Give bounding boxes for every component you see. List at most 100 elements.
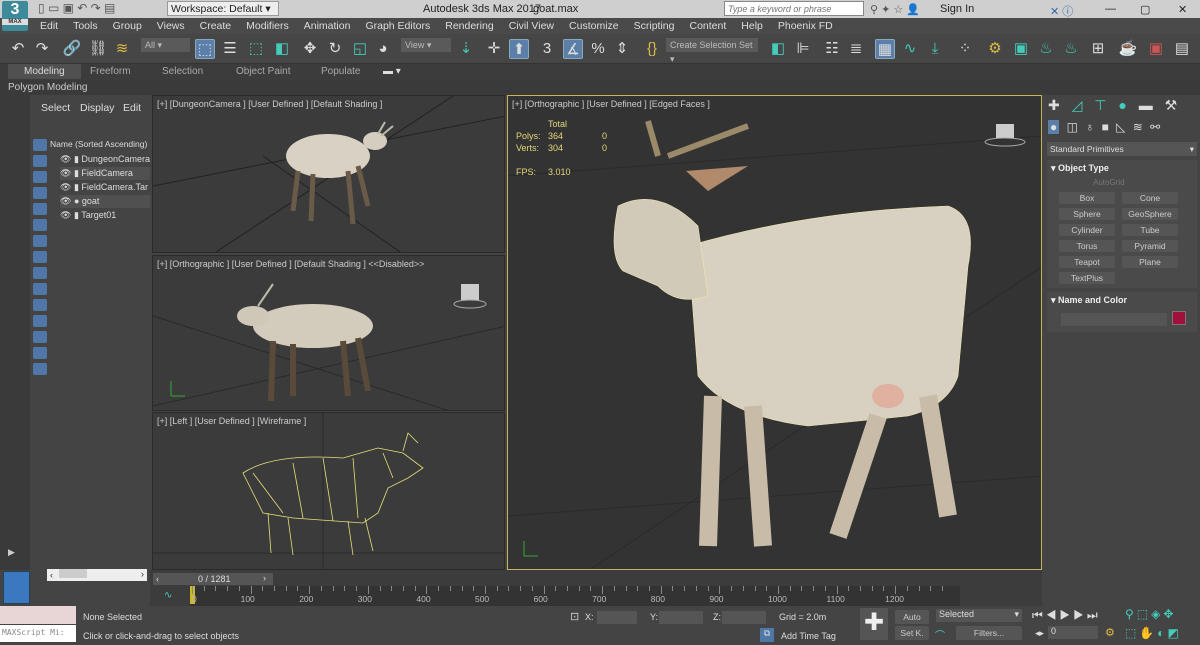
explorer-menu-display[interactable]: Display [80, 102, 114, 114]
render-production-icon[interactable]: ♨ [1036, 39, 1056, 59]
explorer-item[interactable]: 👁 ▮ FieldCamera [60, 167, 150, 180]
close-button[interactable]: ✕ [1178, 3, 1187, 16]
ribbon-options-icon[interactable]: ▬ ▾ [383, 66, 401, 77]
tab-selection[interactable]: Selection [162, 66, 203, 77]
set-key-mode-button[interactable]: Set K. [895, 626, 929, 640]
curve-editor-icon[interactable]: ∿ [900, 39, 920, 59]
column-header-name[interactable]: Name (Sorted Ascending) [50, 139, 147, 149]
explorer-item[interactable]: 👁 ▮ DungeonCamera [60, 153, 150, 166]
add-time-tag[interactable]: Add Time Tag [781, 631, 836, 641]
command-panel-tabs[interactable]: ✚ ◿ ⊤ ● ▬ ⚒ [1048, 97, 1177, 114]
isolate-selection-icon[interactable]: ⊡ [570, 610, 579, 623]
visibility-eye-icon[interactable]: 👁 [60, 210, 71, 220]
selection-filter-dropdown[interactable]: All ▾ [141, 38, 190, 52]
filter-system-icon[interactable] [33, 235, 47, 247]
x-coordinate-field[interactable] [597, 611, 637, 624]
create-box-button[interactable]: Box [1059, 192, 1115, 204]
autogrid-checkbox[interactable]: AutoGrid [1093, 178, 1125, 187]
menu-tools[interactable]: Tools [73, 18, 98, 34]
pivot-icon[interactable]: ⇣ [456, 39, 476, 59]
scale-icon[interactable]: ◱ [350, 39, 370, 59]
explorer-item[interactable]: 👁 ▮ FieldCamera.Tar [60, 181, 150, 194]
reference-coord-dropdown[interactable]: View ▾ [401, 38, 451, 52]
time-slider[interactable]: ‹ 0 / 1281 [153, 573, 265, 585]
tab-modeling[interactable]: Modeling [8, 64, 81, 79]
filter-xref-icon[interactable] [33, 315, 47, 327]
create-pyramid-button[interactable]: Pyramid [1122, 240, 1178, 252]
viewcube-icon[interactable] [996, 124, 1014, 138]
tab-freeform[interactable]: Freeform [90, 66, 131, 77]
viewcube-icon[interactable] [461, 284, 479, 300]
filter-layer-icon[interactable] [33, 331, 47, 343]
placement-icon[interactable]: ◕ [373, 39, 393, 59]
filter-sphere-icon[interactable] [33, 139, 47, 151]
keyboard-shortcut-icon[interactable]: ⬆ [509, 39, 529, 59]
menu-customize[interactable]: Customize [569, 18, 619, 34]
maxscript-listener-output[interactable] [0, 606, 76, 624]
filter-light-icon[interactable] [33, 171, 47, 183]
schematic-view-icon[interactable]: ⁘ [955, 39, 975, 59]
visibility-eye-icon[interactable]: 👁 [60, 154, 71, 164]
explorer-scrollbar[interactable]: ‹ › [47, 569, 147, 581]
unlink-icon[interactable]: ⛓ [88, 39, 108, 59]
rendered-frame-icon[interactable]: ▣ [1011, 39, 1031, 59]
align-icon[interactable]: ⊫ [793, 39, 813, 59]
tab-object-paint[interactable]: Object Paint [236, 66, 290, 77]
rotate-icon[interactable]: ↻ [325, 39, 345, 59]
filter-boxes-icon[interactable] [33, 155, 47, 167]
viewport-label[interactable]: [+] [DungeonCamera ] [User Defined ] [De… [157, 99, 382, 109]
tab-populate[interactable]: Populate [321, 66, 360, 77]
goat-model[interactable] [613, 120, 971, 547]
menu-content[interactable]: Content [689, 18, 726, 34]
link-icon[interactable]: 🔗 [62, 39, 82, 59]
goat-wireframe[interactable] [242, 432, 424, 556]
maxscript-mini-listener[interactable]: MAXScript Mi: [0, 625, 76, 642]
redo-icon[interactable]: ↷ [32, 39, 52, 59]
visibility-eye-icon[interactable]: 👁 [60, 196, 71, 206]
bind-spacewarp-icon[interactable]: ≋ [112, 39, 132, 59]
auto-key-button[interactable]: Auto [895, 610, 929, 624]
playback-controls[interactable]: ⏮◀▶▶⏭ [1032, 608, 1101, 623]
viewport-navigation-icons[interactable]: ⚲⬚◈✥ [1125, 607, 1176, 621]
time-configuration-icon[interactable]: ⚙ [1105, 626, 1115, 639]
teapot-icon[interactable]: ☕ [1118, 39, 1138, 59]
filter-group-icon[interactable] [33, 251, 47, 263]
select-object-icon[interactable]: ⬚ [195, 39, 215, 59]
viewport-navigation-icons-2[interactable]: ⬚✋◐◩ [1125, 626, 1182, 640]
viewport-dungeon-camera[interactable]: [+] [DungeonCamera ] [User Defined ] [De… [152, 95, 505, 253]
maximize-button[interactable]: ▢ [1140, 3, 1150, 16]
render-grid-icon[interactable]: ⊞ [1088, 39, 1108, 59]
time-tag-icon[interactable]: ⧉ [760, 628, 774, 642]
material-editor-icon[interactable]: ▣ [1146, 39, 1166, 59]
workspace-dropdown[interactable]: Workspace: Default ▾ [167, 1, 279, 16]
key-filters-button[interactable]: Filters... [956, 626, 1022, 640]
viewport-label[interactable]: [+] [Orthographic ] [User Defined ] [Def… [157, 259, 424, 269]
filter-helper-icon[interactable] [33, 203, 47, 215]
explorer-menu-select[interactable]: Select [41, 102, 70, 114]
menu-modifiers[interactable]: Modifiers [246, 18, 289, 34]
layer-explorer-icon[interactable]: ≣ [846, 39, 866, 59]
create-tube-button[interactable]: Tube [1122, 224, 1178, 236]
search-input[interactable] [724, 1, 864, 16]
viewport-main-orthographic[interactable]: [+] [Orthographic ] [User Defined ] [Edg… [507, 95, 1042, 570]
set-key-button[interactable]: ✚ [860, 608, 888, 640]
render-activeshade-icon[interactable]: ♨ [1061, 39, 1081, 59]
filter-camera-icon[interactable] [33, 187, 47, 199]
select-by-name-icon[interactable]: ☰ [220, 39, 240, 59]
track-bar[interactable]: 0 100 200 300 400 500 600 700 800 900 1000 1100 1200 [190, 586, 960, 606]
window-crossing-icon[interactable]: ◧ [272, 39, 292, 59]
edit-named-selection-icon[interactable]: {} [642, 39, 662, 59]
current-frame-field[interactable]: 0 [1048, 626, 1098, 639]
move-icon[interactable]: ✥ [300, 39, 320, 59]
filter-eye-icon[interactable] [33, 363, 47, 375]
help-icon[interactable]: ✕ ⓘ [1050, 3, 1073, 19]
render-queue-icon[interactable]: ▤ [1172, 39, 1192, 59]
create-geosphere-button[interactable]: GeoSphere [1122, 208, 1178, 220]
explorer-item[interactable]: 👁 ▮ Target01 [60, 209, 150, 222]
visibility-eye-icon[interactable]: 👁 [60, 182, 71, 192]
select-manipulate-icon[interactable]: ✛ [484, 39, 504, 59]
create-cone-button[interactable]: Cone [1122, 192, 1178, 204]
menu-create[interactable]: Create [200, 18, 232, 34]
quick-access-icons[interactable]: ▯ ▭ ▣ ↶ ↷ ▤ [38, 1, 115, 15]
menu-graph-editors[interactable]: Graph Editors [365, 18, 430, 34]
